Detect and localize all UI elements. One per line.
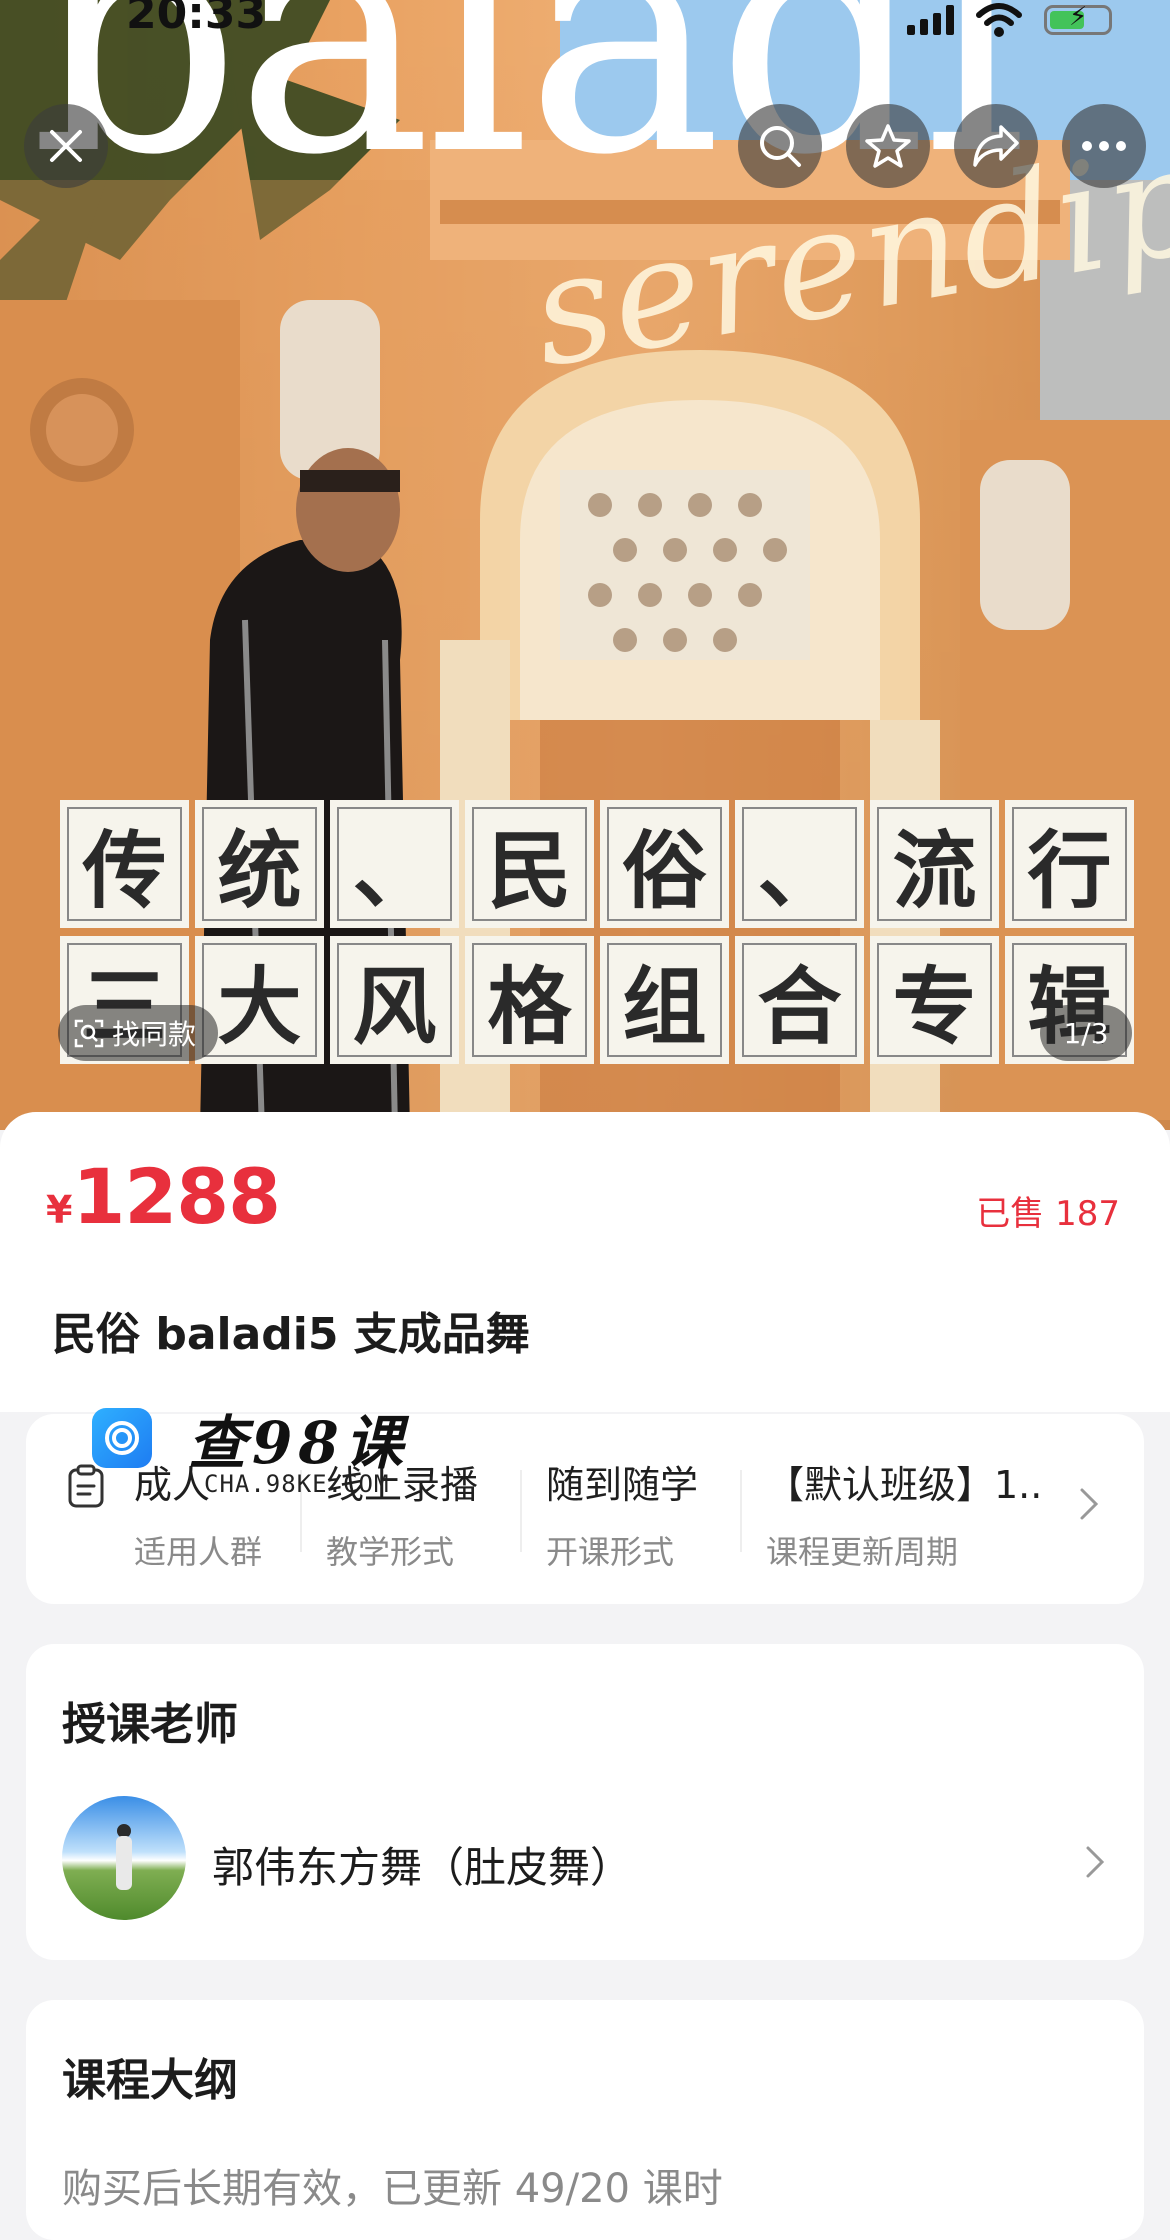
price: ¥1288 xyxy=(46,1152,281,1241)
close-button[interactable] xyxy=(24,104,108,188)
syllabus-card[interactable]: 课程大纲 购买后长期有效，已更新 49/20 课时 xyxy=(26,2000,1144,2240)
sold-count: 已售 187 xyxy=(976,1194,1120,1234)
title-char: 民 xyxy=(465,800,594,928)
info-item-update-cycle: 【默认班级】1.. 课程更新周期 xyxy=(766,1454,1042,1573)
watermark-logo-icon xyxy=(92,1408,152,1468)
info-value: 随到随学 xyxy=(546,1463,699,1507)
status-icons: ⚡ xyxy=(907,0,1112,40)
title-char: 格 xyxy=(465,936,594,1064)
find-similar-label: 找同款 xyxy=(112,1018,197,1051)
image-page-indicator: 1/3 xyxy=(1040,1005,1132,1061)
status-time: 20:33 xyxy=(126,0,267,39)
close-icon xyxy=(50,130,82,162)
more-icon xyxy=(1082,141,1126,151)
title-char: 组 xyxy=(600,936,729,1064)
title-char: 传 xyxy=(60,800,189,928)
teacher-name[interactable]: 郭伟东方舞（肚皮舞） xyxy=(212,1834,632,1895)
price-value: 1288 xyxy=(72,1152,281,1241)
title-char: 统 xyxy=(195,800,324,928)
scan-search-icon xyxy=(74,1019,104,1048)
info-key: 开课形式 xyxy=(546,1533,675,1571)
syllabus-subtitle: 购买后长期有效，已更新 49/20 课时 xyxy=(62,2166,723,2212)
teacher-avatar[interactable] xyxy=(62,1796,186,1920)
title-char: 、 xyxy=(330,800,459,928)
more-button[interactable] xyxy=(1062,104,1146,188)
info-key: 课程更新周期 xyxy=(766,1533,959,1571)
clipboard-icon xyxy=(68,1464,104,1508)
star-icon xyxy=(865,124,911,168)
cellular-signal-icon xyxy=(907,5,954,35)
chevron-right-icon[interactable] xyxy=(1084,1844,1106,1880)
chevron-right-icon xyxy=(1080,1488,1099,1520)
currency-symbol: ¥ xyxy=(46,1188,73,1232)
title-char: 、 xyxy=(735,800,864,928)
watermark-text: 查98课 xyxy=(188,1409,409,1477)
teacher-section-title: 授课老师 xyxy=(62,1699,238,1750)
share-button[interactable] xyxy=(954,104,1038,188)
title-row: 传 统 、 民 俗 、 流 行 xyxy=(60,800,1134,928)
hero-image[interactable]: baladi serendip 20:33 ⚡ 传 统 、 民 俗 、 流 行 … xyxy=(0,0,1170,1130)
title-char: 俗 xyxy=(600,800,729,928)
info-item-start: 随到随学 开课形式 xyxy=(546,1454,698,1573)
title-row: 三 大 风 格 组 合 专 辑 xyxy=(60,936,1134,1064)
teacher-card: 授课老师 郭伟东方舞（肚皮舞） xyxy=(26,1644,1144,1960)
share-icon xyxy=(973,125,1019,167)
title-char: 流 xyxy=(870,800,999,928)
info-key: 教学形式 xyxy=(326,1533,455,1571)
syllabus-section-title: 课程大纲 xyxy=(62,2055,238,2106)
find-similar-button[interactable]: 找同款 xyxy=(58,1005,219,1061)
album-title-grid: 传 统 、 民 俗 、 流 行 三 大 风 格 组 合 专 辑 xyxy=(60,800,1134,1072)
title-char: 风 xyxy=(330,936,459,1064)
title-char: 合 xyxy=(735,936,864,1064)
battery-icon: ⚡ xyxy=(1044,2,1112,35)
wifi-icon xyxy=(976,3,1022,37)
info-key: 适用人群 xyxy=(134,1533,263,1571)
divider xyxy=(740,1470,742,1552)
search-icon xyxy=(760,126,801,167)
price-card: ¥1288 已售 187 民俗 baladi5 支成品舞 xyxy=(0,1112,1170,1412)
divider xyxy=(520,1470,522,1552)
product-title: 民俗 baladi5 支成品舞 xyxy=(52,1309,530,1360)
favorite-button[interactable] xyxy=(846,104,930,188)
title-char: 行 xyxy=(1005,800,1134,928)
title-char: 专 xyxy=(870,936,999,1064)
watermark-url: CHA.98KE.COM xyxy=(204,1470,390,1498)
search-button[interactable] xyxy=(738,104,822,188)
info-value: 【默认班级】1.. xyxy=(766,1463,1043,1507)
